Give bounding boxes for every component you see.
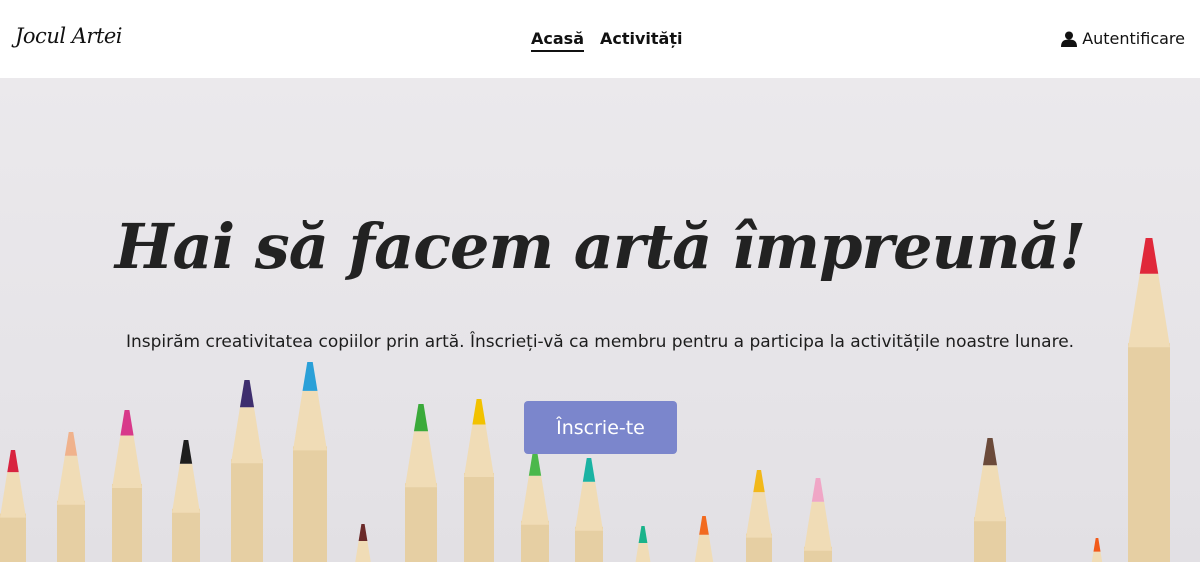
site-logo[interactable]: Jocul Artei (15, 24, 123, 48)
hero-section: Hai să facem artă împreună! Inspirăm cre… (0, 78, 1200, 562)
user-icon (1061, 31, 1078, 47)
login-label: Autentificare (1082, 29, 1185, 48)
pencils-background-image (0, 238, 1170, 562)
hero-subtitle: Inspirăm creativitatea copiilor prin art… (125, 332, 1075, 352)
login-link[interactable]: Autentificare (1061, 29, 1185, 48)
navbar: Jocul Artei Acasă Activități Autentifica… (0, 0, 1200, 78)
nav-link-acasa[interactable]: Acasă (531, 29, 584, 52)
nav-links: Acasă Activități (531, 29, 682, 52)
signup-button[interactable]: Înscrie-te (524, 401, 677, 454)
nav-link-activitati[interactable]: Activități (600, 29, 683, 52)
hero-headline: Hai să facem artă împreună! (114, 210, 1086, 283)
